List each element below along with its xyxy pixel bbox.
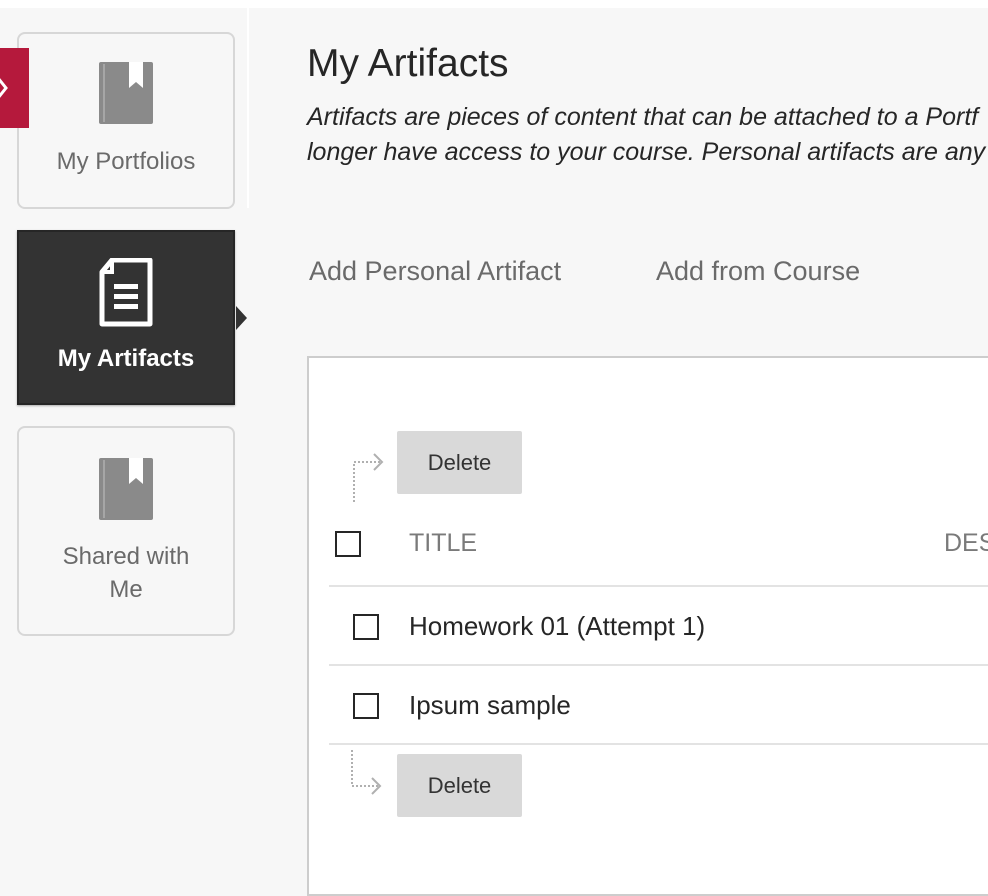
bulk-action-arrow-icon	[353, 453, 384, 502]
row-divider	[329, 664, 988, 666]
delete-button-top[interactable]: Delete	[397, 431, 522, 494]
add-from-course-link[interactable]: Add from Course	[656, 256, 860, 287]
delete-button-bottom[interactable]: Delete	[397, 754, 522, 817]
page-title: My Artifacts	[307, 42, 509, 85]
row-divider	[329, 585, 988, 587]
bookmark-book-icon	[99, 62, 153, 129]
column-header-description[interactable]: DES	[944, 529, 988, 558]
row-checkbox[interactable]	[353, 614, 379, 640]
table-row-title[interactable]: Homework 01 (Attempt 1)	[409, 611, 705, 642]
sidebar-item-shared-with-me[interactable]: Shared with Me	[17, 426, 235, 636]
close-icon	[0, 78, 8, 98]
sidebar-item-my-artifacts[interactable]: My Artifacts	[17, 230, 235, 405]
rail-divider	[247, 8, 249, 208]
column-header-title[interactable]: TITLE	[409, 529, 477, 558]
sidebar-item-label-line1: Shared with	[62, 543, 190, 570]
row-divider	[329, 743, 988, 745]
description-line-2: longer have access to your course. Perso…	[307, 138, 986, 166]
sidebar-item-my-portfolios[interactable]: My Portfolios	[17, 32, 235, 209]
row-checkbox[interactable]	[353, 693, 379, 719]
select-all-checkbox[interactable]	[335, 531, 361, 557]
active-pointer	[236, 306, 247, 330]
bulk-action-arrow-icon	[351, 750, 382, 795]
sidebar-item-label: My Portfolios	[56, 148, 196, 175]
sidebar-item-label-line2: Me	[109, 576, 143, 603]
bookmark-book-icon	[99, 458, 153, 525]
table-row-title[interactable]: Ipsum sample	[409, 690, 571, 721]
add-personal-artifact-link[interactable]: Add Personal Artifact	[309, 256, 561, 287]
document-icon	[98, 257, 154, 333]
sidebar-item-label: My Artifacts	[57, 345, 195, 372]
collapse-sidebar-button[interactable]	[0, 48, 29, 128]
description-line-1: Artifacts are pieces of content that can…	[307, 103, 979, 131]
top-strip	[0, 0, 988, 8]
page-description: Artifacts are pieces of content that can…	[307, 100, 988, 170]
